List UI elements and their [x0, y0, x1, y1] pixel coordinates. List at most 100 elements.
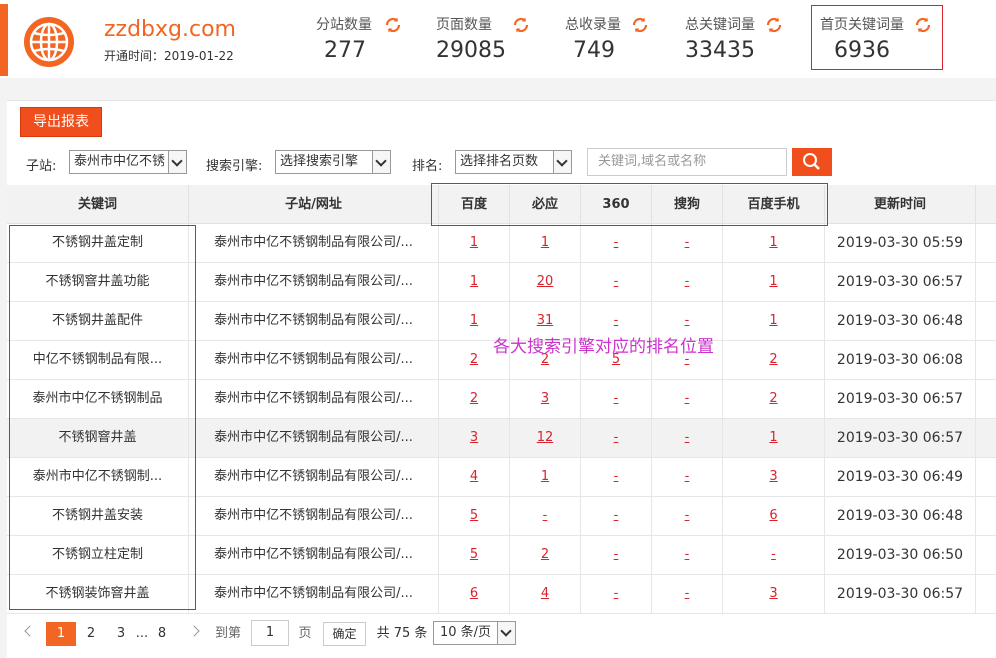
rank-link[interactable]: - — [614, 235, 619, 250]
stat-substations: 分站数量 277 — [316, 14, 401, 63]
rank-link[interactable]: 2 — [541, 547, 549, 562]
col-bing[interactable]: 必应 — [510, 185, 581, 224]
cell-rank-baidu-mobile: 2 — [723, 380, 825, 419]
refresh-icon[interactable] — [512, 16, 530, 34]
col-keyword[interactable]: 关键词 — [7, 185, 189, 224]
cell-rank-baidu: 3 — [439, 419, 510, 458]
rank-link[interactable]: - — [614, 391, 619, 406]
refresh-icon[interactable] — [631, 16, 649, 34]
cell-rank-360: - — [581, 224, 652, 263]
col-update-time[interactable]: 更新时间 — [825, 185, 976, 224]
goto-page-input[interactable]: 1 — [251, 620, 289, 646]
rank-link[interactable]: 31 — [537, 313, 554, 328]
rank-link[interactable]: 4 — [470, 469, 478, 484]
search-input[interactable]: 关键词,域名或名称 — [587, 148, 787, 176]
rank-link[interactable]: - — [614, 430, 619, 445]
homepage-keywords-highlight — [811, 5, 943, 70]
cell-rank-baidu-mobile: 1 — [723, 224, 825, 263]
table-row: 不锈钢装饰窨井盖 泰州市中亿不锈钢制品有限公司/... 6 4 - - 3 2019-03-3… — [7, 575, 996, 614]
page-size-select[interactable]: 10 条/页 — [433, 621, 516, 645]
stats-header: zzdbxg.com 开通时间：2019-01-22 分站数量 277 页面数量… — [0, 0, 996, 78]
cell-update-time: 2019-03-30 06:57 — [825, 419, 976, 458]
page-3[interactable]: 3 — [114, 622, 128, 646]
rank-link[interactable]: - — [685, 313, 690, 328]
rank-link[interactable]: 3 — [541, 391, 549, 406]
rank-link[interactable]: 3 — [769, 469, 777, 484]
rank-link[interactable]: - — [685, 430, 690, 445]
engine-select[interactable]: 选择搜索引擎 — [275, 150, 391, 174]
rank-link[interactable]: 1 — [470, 313, 478, 328]
rank-link[interactable]: 1 — [470, 274, 478, 289]
page-unit-label: 页 — [298, 626, 312, 641]
stat-label: 总关键词量 — [685, 17, 755, 33]
cell-rank-baidu: 5 — [439, 536, 510, 575]
rank-link[interactable]: 2 — [769, 352, 777, 367]
rank-link[interactable]: 6 — [769, 508, 777, 523]
search-button[interactable] — [792, 148, 832, 176]
rank-link[interactable]: 2 — [769, 391, 777, 406]
rank-link[interactable]: - — [685, 469, 690, 484]
col-baidu[interactable]: 百度 — [439, 185, 510, 224]
rank-link[interactable]: 1 — [769, 274, 777, 289]
rank-link[interactable]: - — [771, 547, 776, 562]
rank-link[interactable]: 12 — [537, 430, 554, 445]
cell-rank-baidu: 1 — [439, 224, 510, 263]
export-report-button[interactable]: 导出报表 — [20, 107, 102, 137]
col-360[interactable]: 360 — [581, 185, 652, 224]
page-1[interactable]: 1 — [46, 622, 76, 646]
table-row: 不锈钢井盖定制 泰州市中亿不锈钢制品有限公司/... 1 1 - - 1 2019-03-30… — [7, 224, 996, 263]
table-header: 关键词 子站/网址 百度 必应 360 搜狗 百度手机 更新时间 — [7, 185, 996, 224]
rank-link[interactable]: - — [685, 508, 690, 523]
filter-bar: 子站: 泰州市中亿不锈 搜索引擎: 选择搜索引擎 排名: 选择排名页数 关键词,… — [7, 147, 996, 181]
substation-select[interactable]: 泰州市中亿不锈 — [69, 150, 187, 174]
rank-link[interactable]: 1 — [541, 235, 549, 250]
rank-link[interactable]: 1 — [769, 235, 777, 250]
cell-rank-bing: 3 — [510, 380, 581, 419]
rank-link[interactable]: 4 — [541, 586, 549, 601]
rank-link[interactable]: - — [685, 274, 690, 289]
rank-select[interactable]: 选择排名页数 — [455, 150, 572, 174]
table-row: 泰州市中亿不锈钢制品 泰州市中亿不锈钢制品有限公司/... 2 3 - - 2 2019-03… — [7, 380, 996, 419]
rank-link[interactable]: 1 — [470, 235, 478, 250]
cell-keyword: 不锈钢窨井盖功能 — [7, 263, 189, 302]
rank-link[interactable]: - — [614, 469, 619, 484]
cell-keyword: 不锈钢窨井盖 — [7, 419, 189, 458]
col-site[interactable]: 子站/网址 — [189, 185, 439, 224]
rank-link[interactable]: 1 — [769, 313, 777, 328]
rank-link[interactable]: 2 — [470, 352, 478, 367]
stat-indexed: 总收录量 749 — [565, 14, 648, 63]
rank-link[interactable]: 6 — [470, 586, 478, 601]
table-row: 不锈钢窨井盖 泰州市中亿不锈钢制品有限公司/... 3 12 - - 1 2019-03-30… — [7, 419, 996, 458]
cell-rank-bing: 1 — [510, 458, 581, 497]
rank-link[interactable]: - — [614, 508, 619, 523]
col-baidu-mobile[interactable]: 百度手机 — [723, 185, 825, 224]
rank-link[interactable]: - — [614, 547, 619, 562]
chevron-left-icon[interactable] — [24, 625, 36, 637]
rank-link[interactable]: 20 — [537, 274, 554, 289]
rank-link[interactable]: - — [614, 586, 619, 601]
refresh-icon[interactable] — [765, 16, 783, 34]
refresh-icon[interactable] — [384, 16, 402, 34]
rank-link[interactable]: 3 — [769, 586, 777, 601]
rank-link[interactable]: - — [685, 391, 690, 406]
rank-link[interactable]: - — [685, 547, 690, 562]
rank-link[interactable]: 1 — [769, 430, 777, 445]
page-8[interactable]: 8 — [155, 622, 169, 646]
rank-link[interactable]: 2 — [470, 391, 478, 406]
rank-link[interactable]: - — [543, 508, 548, 523]
cell-rank-baidu: 4 — [439, 458, 510, 497]
rank-link[interactable]: - — [614, 274, 619, 289]
rank-link[interactable]: 5 — [470, 508, 478, 523]
chevron-right-icon[interactable] — [188, 625, 200, 637]
rank-link[interactable]: 3 — [470, 430, 478, 445]
goto-confirm-button[interactable]: 确定 — [323, 622, 366, 646]
cell-update-time: 2019-03-30 06:57 — [825, 263, 976, 302]
stat-pages: 页面数量 29085 — [436, 14, 529, 63]
rank-link[interactable]: - — [685, 586, 690, 601]
col-sogou[interactable]: 搜狗 — [652, 185, 723, 224]
rank-link[interactable]: - — [685, 235, 690, 250]
rank-link[interactable]: 1 — [541, 469, 549, 484]
page-2[interactable]: 2 — [84, 622, 98, 646]
rank-link[interactable]: - — [614, 313, 619, 328]
rank-link[interactable]: 5 — [470, 547, 478, 562]
